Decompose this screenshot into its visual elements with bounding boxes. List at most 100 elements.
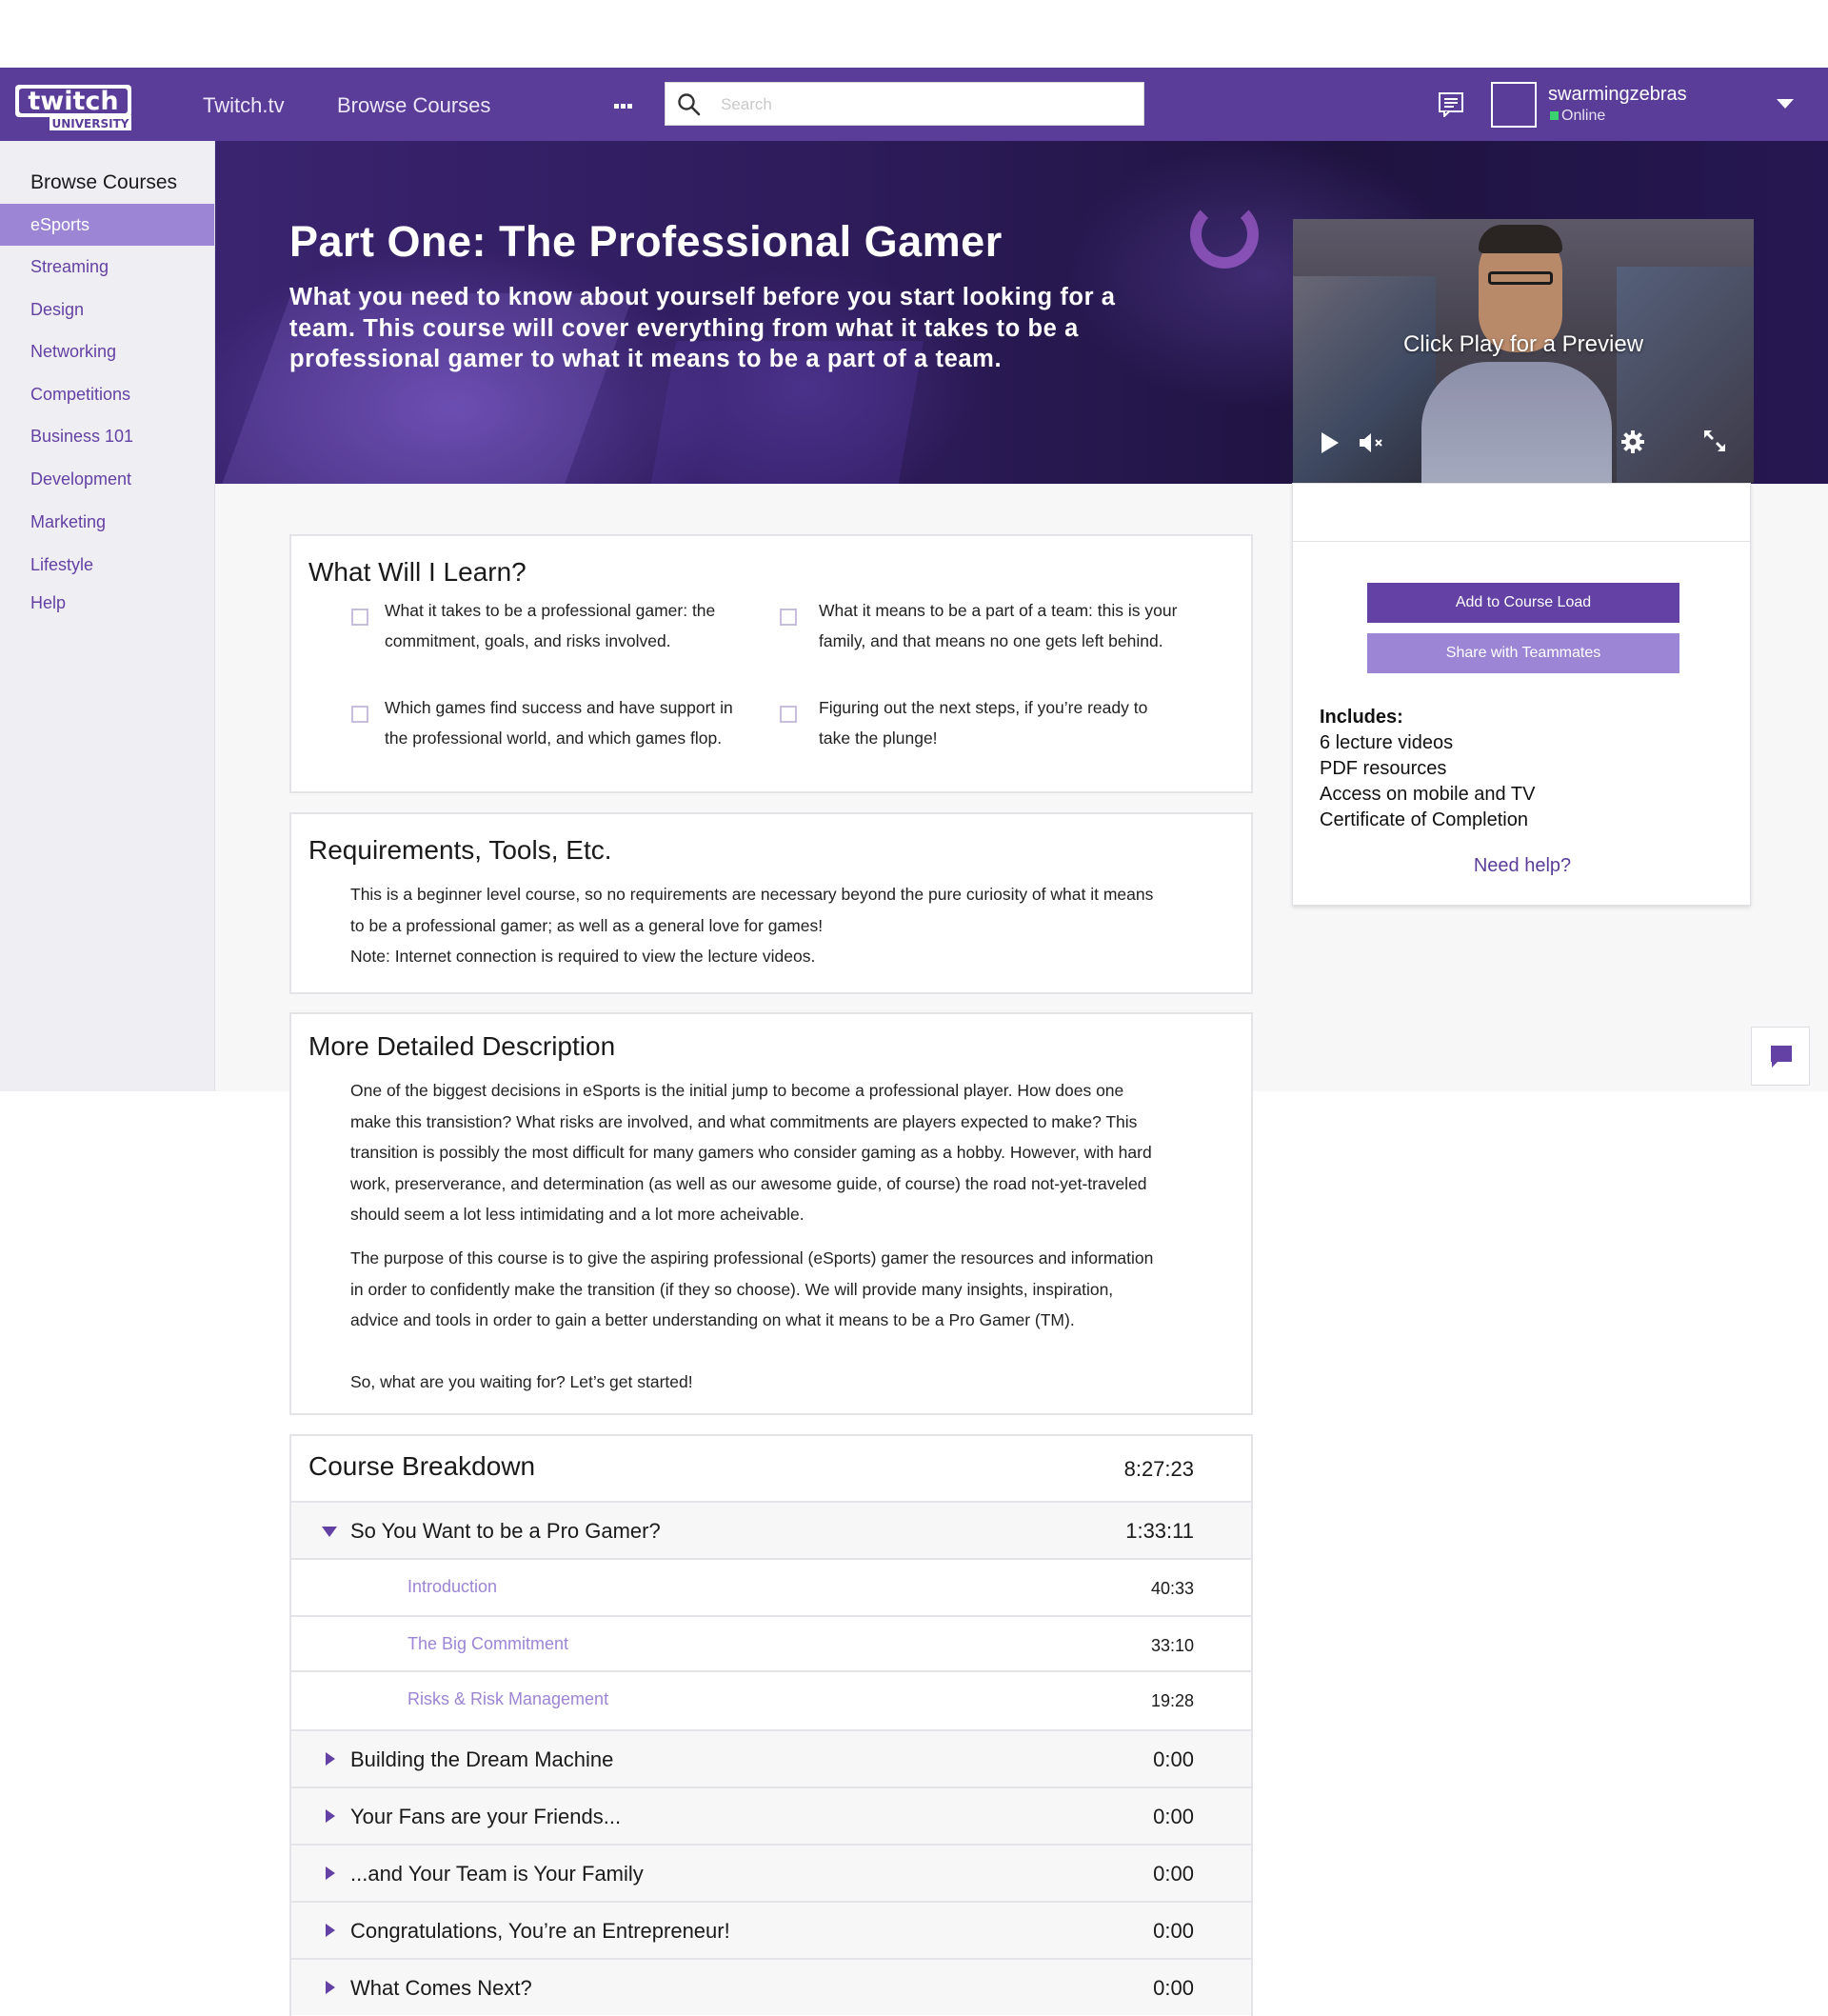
course-actions-panel: Add to Course Load Share with Teammates … (1292, 483, 1751, 906)
presenter-image (1488, 271, 1553, 285)
headset-graphic (1190, 200, 1259, 269)
includes-item: PDF resources (1320, 758, 1447, 779)
learn-section: What Will I Learn? What it takes to be a… (289, 534, 1253, 793)
learn-checkbox[interactable] (780, 706, 797, 723)
sidebar-item-business-101[interactable]: Business 101 (0, 415, 214, 457)
chat-button[interactable] (1751, 1027, 1810, 1086)
section-title: So You Want to be a Pro Gamer? (350, 1519, 661, 1543)
learn-checkbox[interactable] (351, 609, 368, 626)
course-subtitle-line: professional gamer to what it means to b… (289, 346, 1003, 372)
requirements-heading: Requirements, Tools, Etc. (308, 835, 612, 865)
messages-icon[interactable] (1438, 90, 1464, 117)
lecture-duration: 19:28 (1150, 1691, 1194, 1710)
breakdown-heading: Course Breakdown (308, 1451, 536, 1481)
section-duration: 0:00 (1153, 1747, 1194, 1771)
requirements-section: Requirements, Tools, Etc. This is a begi… (289, 812, 1253, 994)
description-heading: More Detailed Description (308, 1031, 616, 1061)
nav-link-browse-courses[interactable]: Browse Courses (337, 93, 490, 118)
twitch-university-logo[interactable]: twitch UNIVERSITY (13, 79, 137, 134)
learn-item-line: Which games find success and have suppor… (385, 698, 733, 717)
need-help-link[interactable]: Need help? (1293, 855, 1752, 877)
share-with-teammates-button[interactable]: Share with Teammates (1367, 633, 1679, 673)
requirements-line: to be a professional gamer; as well as a… (350, 915, 824, 935)
learn-heading: What Will I Learn? (308, 557, 527, 587)
description-line: One of the biggest decisions in eSports … (350, 1081, 1124, 1100)
sidebar-item-networking[interactable]: Networking (0, 330, 214, 372)
sidebar-item-streaming[interactable]: Streaming (0, 246, 214, 288)
lecture-title[interactable]: Risks & Risk Management (407, 1689, 608, 1709)
lecture-row[interactable]: Risks & Risk Management 19:28 (291, 1670, 1251, 1726)
section-duration: 0:00 (1153, 1976, 1194, 2000)
sidebar-item-marketing[interactable]: Marketing (0, 501, 214, 543)
lecture-title[interactable]: Introduction (407, 1577, 497, 1597)
section-row[interactable]: What Comes Next? 0:00 (291, 1958, 1251, 2015)
description-line: transition is possibly the most difficul… (350, 1143, 1152, 1162)
course-subtitle-line: team. This course will cover everything … (289, 314, 1079, 342)
section-row[interactable]: ...and Your Team is Your Family 0:00 (291, 1844, 1251, 1901)
description-line: in order to confidently make the transit… (350, 1279, 1114, 1299)
caret-right-icon[interactable] (326, 1752, 335, 1766)
description-paragraph: One of the biggest decisions in eSports … (350, 1075, 1188, 1230)
caret-down-icon[interactable] (322, 1527, 337, 1537)
mute-icon[interactable] (1358, 432, 1386, 453)
settings-gear-icon[interactable] (1620, 429, 1645, 454)
section-title: Congratulations, You’re an Entrepreneur! (350, 1919, 730, 1943)
lecture-row[interactable]: Introduction 40:33 (291, 1558, 1251, 1613)
section-row[interactable]: So You Want to be a Pro Gamer? 1:33:11 (291, 1501, 1251, 1558)
search-input[interactable] (721, 90, 1121, 119)
user-menu-chevron-down-icon[interactable] (1777, 99, 1794, 109)
caret-right-icon[interactable] (326, 1981, 335, 1994)
section-title: ...and Your Team is Your Family (350, 1862, 644, 1886)
includes-item: Certificate of Completion (1320, 809, 1528, 830)
section-title: What Comes Next? (350, 1976, 532, 2000)
course-title: Part One: The Professional Gamer (289, 217, 1003, 266)
sidebar-item-design[interactable]: Design (0, 289, 214, 330)
sidebar-item-lifestyle[interactable]: Lifestyle (0, 544, 214, 586)
search-icon[interactable] (677, 92, 702, 117)
online-status-label: Online (1561, 108, 1606, 124)
course-subtitle: What you need to know about yourself bef… (289, 282, 1194, 375)
section-row[interactable]: Building the Dream Machine 0:00 (291, 1729, 1251, 1786)
username[interactable]: swarmingzebras (1548, 84, 1687, 106)
top-navigation-bar: twitch UNIVERSITY Twitch.tv Browse Cours… (0, 68, 1828, 141)
sidebar-item-competitions[interactable]: Competitions (0, 373, 214, 415)
learn-checkbox[interactable] (780, 609, 797, 626)
sidebar-item-development[interactable]: Development (0, 458, 214, 500)
caret-right-icon[interactable] (326, 1924, 335, 1937)
learn-item: Figuring out the next steps, if you’re r… (819, 692, 1200, 753)
sidebar-item-help[interactable]: Help (0, 582, 214, 624)
description-line: The purpose of this course is to give th… (350, 1248, 1154, 1267)
preview-video-player[interactable]: Click Play for a Preview (1293, 219, 1754, 483)
learn-item-line: What it takes to be a professional gamer… (385, 601, 716, 620)
description-line: advice and tools in order to gain a bett… (350, 1310, 1075, 1329)
description-paragraph: The purpose of this course is to give th… (350, 1243, 1188, 1336)
section-duration: 0:00 (1153, 1919, 1194, 1943)
learn-checkbox[interactable] (351, 706, 368, 723)
description-section: More Detailed Description One of the big… (289, 1012, 1253, 1415)
section-row[interactable]: Your Fans are your Friends... 0:00 (291, 1786, 1251, 1844)
includes-item: 6 lecture videos (1320, 732, 1454, 753)
user-avatar[interactable] (1491, 82, 1537, 128)
more-options-icon[interactable] (614, 96, 637, 110)
learn-item: What it takes to be a professional gamer… (385, 595, 765, 656)
includes-heading: Includes: (1320, 707, 1403, 728)
category-sidebar: Browse Courses eSports Streaming Design … (0, 141, 215, 1091)
chat-bubble-icon[interactable] (1752, 1028, 1811, 1087)
nav-link-twitch-tv[interactable]: Twitch.tv (203, 93, 285, 118)
play-icon[interactable] (1320, 430, 1341, 455)
section-duration: 1:33:11 (1125, 1519, 1194, 1543)
lecture-row[interactable]: The Big Commitment 33:10 (291, 1615, 1251, 1670)
caret-right-icon[interactable] (326, 1809, 335, 1823)
sidebar-item-esports[interactable]: eSports (0, 204, 214, 246)
sidebar-title: Browse Courses (30, 171, 178, 193)
fullscreen-icon[interactable] (1702, 429, 1727, 453)
requirements-line: This is a beginner level course, so no r… (350, 885, 1154, 904)
includes-item: Access on mobile and TV (1320, 784, 1536, 805)
online-status: Online (1550, 108, 1605, 125)
caret-right-icon[interactable] (326, 1866, 335, 1880)
section-row[interactable]: Congratulations, You’re an Entrepreneur!… (291, 1901, 1251, 1958)
course-subtitle-line: What you need to know about yourself bef… (289, 284, 1116, 310)
add-to-course-load-button[interactable]: Add to Course Load (1367, 583, 1679, 623)
lecture-title[interactable]: The Big Commitment (407, 1634, 568, 1654)
description-closing: So, what are you waiting for? Let’s get … (350, 1372, 693, 1391)
